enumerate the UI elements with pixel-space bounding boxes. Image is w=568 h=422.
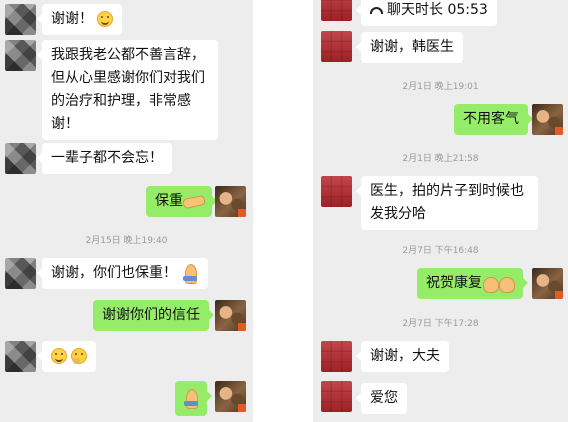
message-bubble: 祝贺康复 xyxy=(417,268,528,299)
message-bubble: 谢谢你们的信任 xyxy=(93,300,214,331)
contact-avatar[interactable] xyxy=(321,31,352,62)
message-bubble xyxy=(36,341,97,372)
message-bubble: 谢谢，大夫 xyxy=(356,341,449,372)
timestamp: 2月1日 晚上21:58 xyxy=(402,154,479,164)
message-bubble: 不用客气 xyxy=(454,104,533,135)
timestamp: 2月7日 下午17:28 xyxy=(402,319,479,329)
message-bubble: 爱您 xyxy=(356,383,407,414)
message-bubble: 谢谢，韩医生 xyxy=(356,32,463,63)
smile-emoji-icon xyxy=(51,348,67,364)
message-bubble: 一辈子都不会忘！ xyxy=(37,143,172,174)
message-bubble xyxy=(175,381,212,416)
contact-avatar[interactable] xyxy=(5,4,36,35)
my-avatar[interactable] xyxy=(532,104,563,135)
call-record-bubble[interactable]: 聊天时长 05:53 xyxy=(356,0,497,26)
handshake-emoji-icon xyxy=(183,194,203,208)
message-bubble: 医生，拍的片子到时候也发我分哈 xyxy=(356,176,538,230)
contact-avatar[interactable] xyxy=(5,143,36,174)
chat-panel-left: 谢谢！ 我跟我老公都不善言辞，但从心里感谢你们对我们的治疗和护理，非常感谢！ 一… xyxy=(0,0,253,422)
smile-emoji-icon xyxy=(97,11,114,27)
call-icon xyxy=(370,6,383,14)
contact-avatar[interactable] xyxy=(321,0,352,21)
my-avatar[interactable] xyxy=(215,300,246,331)
chat-panel-right: 聊天时长 05:53 谢谢，韩医生 2月1日 晚上19:01 不用客气 2月1日… xyxy=(313,0,568,422)
contact-avatar[interactable] xyxy=(321,341,352,372)
pray-emoji-icon xyxy=(182,389,200,409)
message-bubble: 保重 xyxy=(146,186,217,217)
muscle-emoji-icon xyxy=(482,274,499,293)
pray-emoji-icon xyxy=(181,264,199,284)
contact-avatar[interactable] xyxy=(5,258,36,289)
contact-avatar[interactable] xyxy=(321,381,352,412)
message-bubble: 我跟我老公都不善言辞，但从心里感谢你们对我们的治疗和护理，非常感谢！ xyxy=(37,40,218,140)
message-bubble: 谢谢，你们也保重！ xyxy=(36,258,209,289)
message-bubble: 谢谢！ xyxy=(36,4,123,35)
my-avatar[interactable] xyxy=(215,186,246,217)
my-avatar[interactable] xyxy=(532,268,563,299)
contact-avatar[interactable] xyxy=(5,341,36,372)
timestamp: 2月1日 晚上19:01 xyxy=(402,82,479,92)
contact-avatar[interactable] xyxy=(321,176,352,207)
timestamp: 2月15日 晚上19:40 xyxy=(85,236,168,246)
timestamp: 2月7日 下午16:48 xyxy=(402,246,479,256)
muscle-emoji-icon xyxy=(498,274,515,293)
my-avatar[interactable] xyxy=(215,381,246,412)
thinking-emoji-icon xyxy=(71,348,88,364)
contact-avatar[interactable] xyxy=(5,40,36,71)
